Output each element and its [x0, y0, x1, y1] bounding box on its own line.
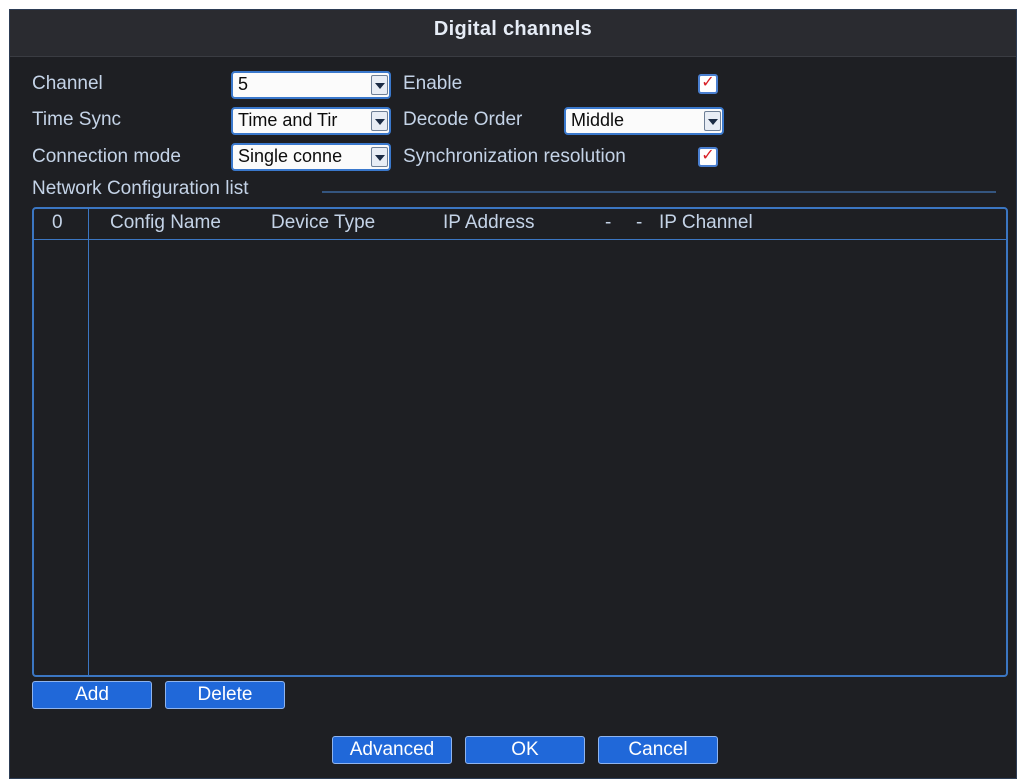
- channel-value: 5: [238, 74, 249, 94]
- list-header: 0 Config Name Device Type IP Address - -…: [34, 209, 1006, 240]
- chevron-down-icon[interactable]: [371, 147, 388, 167]
- column-device-type[interactable]: Device Type: [271, 212, 375, 234]
- decode-order-value: Middle: [571, 110, 625, 130]
- index-column-divider: [88, 209, 89, 675]
- enable-label: Enable: [403, 73, 463, 94]
- sync-resolution-label: Synchronization resolution: [403, 146, 626, 167]
- section-divider: [322, 191, 996, 193]
- advanced-button[interactable]: Advanced: [332, 736, 452, 764]
- chevron-down-icon[interactable]: [371, 75, 388, 95]
- list-title: Network Configuration list: [32, 178, 249, 199]
- title-bar: Digital channels: [10, 10, 1016, 57]
- channel-label: Channel: [32, 73, 103, 94]
- channel-select[interactable]: 5: [231, 71, 391, 99]
- connection-mode-value: Single conne: [238, 146, 343, 166]
- column-config-name[interactable]: Config Name: [110, 212, 221, 234]
- cancel-button[interactable]: Cancel: [598, 736, 718, 764]
- dialog-title: Digital channels: [433, 18, 593, 40]
- checkmark-icon: ✓: [701, 147, 715, 164]
- column-separator-2: -: [636, 212, 643, 233]
- chevron-down-icon[interactable]: [704, 111, 721, 131]
- delete-button[interactable]: Delete: [165, 681, 285, 709]
- connection-mode-select[interactable]: Single conne: [231, 143, 391, 171]
- enable-checkbox[interactable]: ✓: [698, 74, 718, 94]
- decode-order-select[interactable]: Middle: [564, 107, 724, 135]
- add-button[interactable]: Add: [32, 681, 152, 709]
- sync-resolution-checkbox[interactable]: ✓: [698, 147, 718, 167]
- chevron-down-icon[interactable]: [371, 111, 388, 131]
- time-sync-value: Time and Tir: [238, 110, 338, 130]
- connection-mode-label: Connection mode: [32, 146, 181, 167]
- decode-order-label: Decode Order: [403, 109, 523, 130]
- time-sync-label: Time Sync: [32, 109, 122, 130]
- column-ip-channel[interactable]: IP Channel: [659, 212, 753, 234]
- index-header: 0: [52, 212, 63, 233]
- ok-button[interactable]: OK: [465, 736, 585, 764]
- column-ip-address[interactable]: IP Address: [443, 212, 535, 234]
- time-sync-select[interactable]: Time and Tir: [231, 107, 391, 135]
- network-config-list[interactable]: 0 Config Name Device Type IP Address - -…: [32, 207, 1008, 677]
- digital-channels-dialog: Digital channels Channel 5 Enable ✓ Time…: [9, 9, 1017, 779]
- checkmark-icon: ✓: [701, 74, 715, 91]
- column-separator-1: -: [605, 212, 612, 233]
